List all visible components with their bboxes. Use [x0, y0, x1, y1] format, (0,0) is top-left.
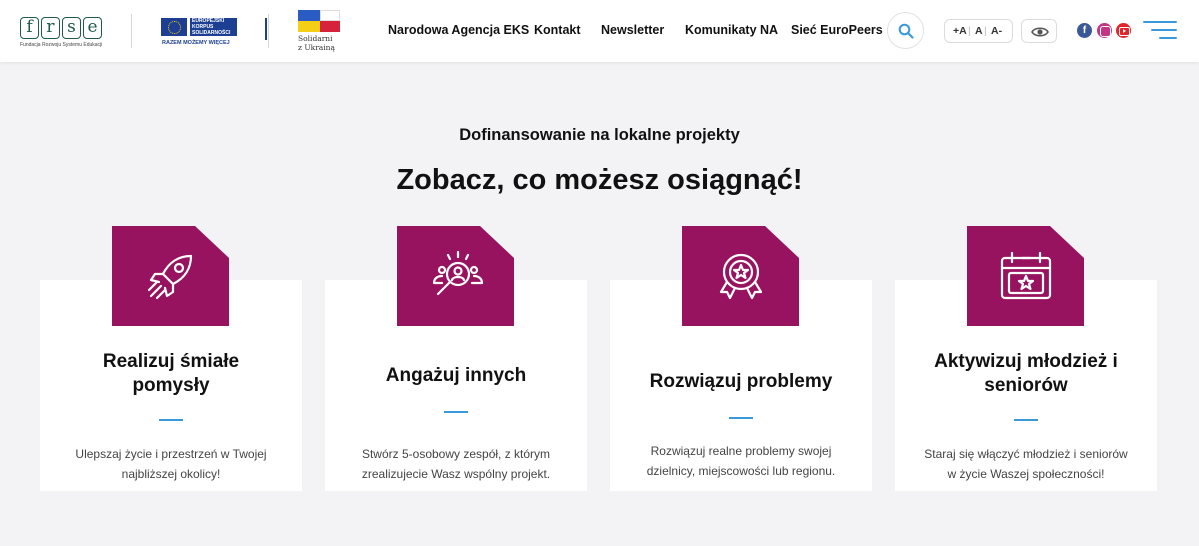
frse-logo-letters: f r s e — [20, 17, 104, 39]
nav-link-newsletter[interactable]: Newsletter — [601, 23, 664, 37]
contrast-toggle-button[interactable] — [1021, 19, 1057, 43]
ua-logo-line: Solidarni — [298, 34, 333, 43]
card-title: Angażuj innych — [325, 364, 587, 388]
nav-link-narodowa-agencja[interactable]: Narodowa Agencja EKS — [388, 23, 529, 37]
card-divider — [729, 417, 753, 419]
eks-logo-line: SOLIDARNOŚCI — [192, 30, 231, 36]
nav-link-komunikaty[interactable]: Komunikaty NA — [685, 23, 778, 37]
frse-letter: s — [62, 17, 81, 39]
team-search-icon — [432, 250, 484, 296]
section-heading: Zobacz, co możesz osiągnąć! — [396, 164, 803, 196]
search-button[interactable] — [887, 12, 924, 49]
card-title-line: Angażuj innych — [385, 365, 527, 386]
frse-logo-subtitle: Fundacja Rozwoju Systemu Edukacji — [20, 42, 103, 48]
card-icon-box — [967, 226, 1084, 326]
card-divider — [444, 411, 468, 413]
card-description-line: Rozwiązuj realne problemy swojej — [650, 444, 832, 458]
card-description-line: Ulepszaj życie i przestrzeń w Twojej — [75, 447, 267, 461]
card-description: Stwórz 5-osobowy zespół, z którym zreali… — [345, 444, 567, 484]
ua-logo-text: Solidarni z Ukrainą — [298, 34, 335, 52]
card-description-line: w życie Waszej społeczności! — [947, 467, 1105, 481]
site-header: f r s e Fundacja Rozwoju Systemu Edukacj… — [0, 0, 1199, 62]
font-control-divider: | — [984, 25, 987, 37]
card-description-line: dzielnicy, miejscowości lub regionu. — [646, 464, 836, 478]
card-title: Rozwiązuj problemy — [610, 370, 872, 394]
font-size-controls: +A | A | A- — [944, 19, 1013, 43]
search-icon — [898, 23, 914, 39]
card-title-line: Rozwiązuj problemy — [649, 371, 833, 392]
eks-logo-bar — [265, 18, 267, 40]
nav-link-siec-europeers[interactable]: Sieć EuroPeers — [791, 23, 883, 37]
font-decrease-button[interactable]: A- — [991, 25, 1002, 37]
card-divider — [1014, 419, 1038, 421]
frse-letter: f — [20, 17, 39, 39]
card-title: Realizuj śmiałe pomysły — [40, 350, 302, 398]
card-description-line: Stwórz 5-osobowy zespół, z którym — [361, 447, 551, 461]
instagram-icon[interactable] — [1097, 23, 1112, 38]
calendar-star-icon — [1000, 251, 1052, 300]
font-increase-button[interactable]: +A — [953, 25, 967, 37]
font-control-divider: | — [968, 25, 971, 37]
youtube-icon[interactable] — [1116, 23, 1131, 38]
card-icon-box — [397, 226, 514, 326]
frse-logo[interactable]: f r s e Fundacja Rozwoju Systemu Edukacj… — [20, 17, 104, 51]
card-description: Staraj się włączyć młodzież i seniorów w… — [915, 444, 1137, 484]
eks-logo-text: EUROPEJSKI KORPUS SOLIDARNOŚCI — [190, 18, 237, 36]
menu-button[interactable] — [1143, 19, 1177, 41]
solidarni-z-ukraina-logo[interactable]: Solidarni z Ukrainą — [298, 10, 340, 54]
card-description-line: zrealizujecie Wasz wspólny projekt. — [361, 467, 551, 481]
card-description: Rozwiązuj realne problemy swojej dzielni… — [630, 441, 852, 481]
ukraine-poland-flag-icon — [298, 10, 340, 32]
card-description: Ulepszaj życie i przestrzeń w Twojej naj… — [60, 444, 282, 484]
font-normal-button[interactable]: A — [975, 25, 983, 37]
frse-letter: e — [83, 17, 102, 39]
card-title-line: Aktywizuj młodzież i — [934, 351, 1118, 372]
hamburger-line — [1151, 29, 1177, 31]
header-divider — [268, 14, 269, 48]
card-title-line: pomysły — [132, 375, 210, 396]
card-description-line: najbliższej okolicy! — [121, 467, 221, 481]
frse-letter: r — [41, 17, 60, 39]
nav-link-kontakt[interactable]: Kontakt — [534, 23, 581, 37]
eks-logo[interactable]: EUROPEJSKI KORPUS SOLIDARNOŚCI RAZEM MOŻ… — [161, 18, 267, 48]
card-title: Aktywizuj młodzież i seniorów — [895, 350, 1157, 398]
card-icon-box — [112, 226, 229, 326]
card-divider — [159, 419, 183, 421]
hamburger-line — [1159, 37, 1177, 39]
facebook-icon[interactable]: f — [1077, 23, 1092, 38]
eye-icon — [1031, 27, 1049, 37]
card-title-line: Realizuj śmiałe — [102, 351, 240, 372]
card-title-line: seniorów — [984, 375, 1068, 396]
ua-logo-line: z Ukrainą — [298, 43, 335, 52]
header-divider — [131, 14, 132, 48]
section-eyebrow: Dofinansowanie na lokalne projekty — [459, 126, 740, 144]
hamburger-line — [1143, 21, 1177, 23]
award-medal-icon — [719, 253, 763, 300]
eks-logo-slogan: RAZEM MOŻEMY WIĘCEJ — [162, 40, 230, 46]
card-description-line: Staraj się włączyć młodzież i seniorów — [924, 447, 1128, 461]
rocket-icon — [147, 254, 193, 300]
card-icon-box — [682, 226, 799, 326]
eu-flag-icon — [161, 18, 187, 36]
